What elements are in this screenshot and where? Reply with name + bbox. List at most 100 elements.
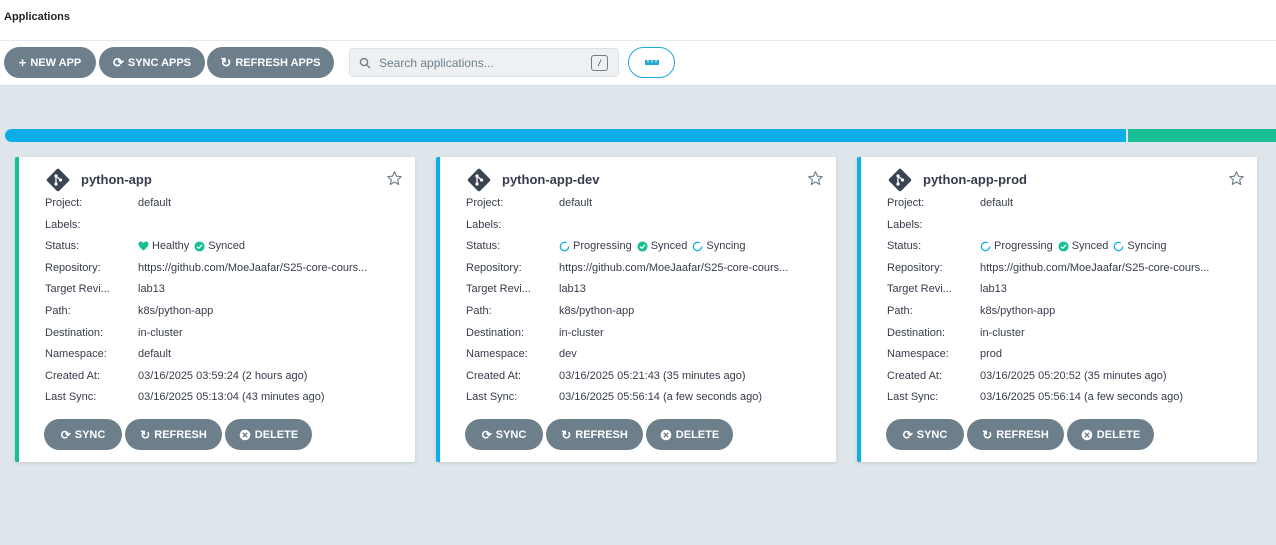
syncing-icon (693, 241, 703, 251)
delete-button[interactable]: DELETE (225, 419, 312, 450)
field-value: 03/16/2025 05:56:14 (a few seconds ago) (559, 391, 763, 403)
field-value[interactable]: https://github.com/MoeJaafar/S25-core-co… (980, 262, 1232, 274)
favorite-star-icon[interactable] (386, 170, 403, 187)
view-toggle-button[interactable] (628, 47, 675, 78)
sync-button[interactable]: ⟳ SYNC (465, 419, 543, 450)
status-values: Healthy Synced (138, 240, 390, 252)
sync-button[interactable]: ⟳ SYNC (886, 419, 964, 450)
refresh-button[interactable]: ↻ REFRESH (125, 419, 222, 450)
refresh-icon: ↻ (220, 55, 232, 70)
app-name[interactable]: python-app-prod (923, 172, 1027, 187)
app-field-namespace: Namespace: default (45, 347, 390, 361)
tiles-view-icon (644, 59, 659, 65)
app-actions: ⟳ SYNC ↻ REFRESH DELETE (886, 419, 1154, 450)
field-value[interactable]: https://github.com/MoeJaafar/S25-core-co… (559, 262, 811, 274)
app-field-created-at: Created At: 03/16/2025 05:21:43 (35 minut… (466, 369, 811, 383)
field-label: Target Revi... (887, 283, 952, 295)
sync-icon: ⟳ (481, 427, 492, 442)
favorite-star-icon[interactable] (1228, 170, 1245, 187)
app-field-namespace: Namespace: dev (466, 347, 811, 361)
field-value[interactable]: https://github.com/MoeJaafar/S25-core-co… (138, 262, 390, 274)
new-app-label: NEW APP (30, 56, 82, 69)
field-value: k8s/python-app (138, 305, 214, 317)
field-label: Namespace: (466, 348, 528, 360)
field-label: Destination: (466, 327, 525, 339)
app-field-project: Project: default (45, 196, 390, 210)
search-input[interactable] (379, 55, 579, 70)
field-value: in-cluster (980, 327, 1025, 339)
field-label: Path: (45, 305, 71, 317)
field-value: k8s/python-app (980, 305, 1056, 317)
synced-check-icon (637, 240, 648, 252)
field-label: Labels: (887, 219, 923, 231)
git-icon (467, 168, 491, 192)
toolbar: + NEW APP ⟳ SYNC APPS ↻ REFRESH APPS / (0, 41, 1276, 86)
field-label: Target Revi... (466, 283, 531, 295)
git-icon (46, 168, 70, 192)
app-field-status: Status: Healthy Synced (45, 239, 390, 253)
operation-status: Syncing (692, 240, 746, 252)
refresh-apps-button[interactable]: ↻ REFRESH APPS (207, 47, 334, 78)
synced-check-icon (194, 240, 205, 252)
sync-status: Synced (1058, 240, 1108, 252)
status-bar-progressing (5, 129, 1126, 142)
app-field-status: Status: Progressing Synced Syncing (466, 239, 811, 253)
field-label: Created At: (466, 370, 522, 382)
sync-status: Synced (637, 240, 687, 252)
app-field-path: Path: k8s/python-app (887, 304, 1232, 318)
field-label: Project: (887, 197, 925, 209)
field-value: lab13 (559, 283, 586, 295)
sync-button[interactable]: ⟳ SYNC (44, 419, 122, 450)
field-value: 03/16/2025 05:20:52 (35 minutes ago) (980, 370, 1167, 382)
app-field-target-revision: Target Revi... lab13 (887, 282, 1232, 296)
app-name[interactable]: python-app (81, 172, 152, 187)
field-label: Target Revi... (45, 283, 110, 295)
delete-button[interactable]: DELETE (1067, 419, 1154, 450)
new-app-button[interactable]: + NEW APP (4, 47, 96, 78)
field-label: Path: (887, 305, 913, 317)
plus-icon: + (18, 55, 27, 70)
search-shortcut-hint: / (591, 55, 608, 71)
field-label: Last Sync: (45, 391, 97, 403)
synced-check-icon (1058, 240, 1069, 252)
app-field-project: Project: default (466, 196, 811, 210)
field-label: Repository: (466, 262, 522, 274)
heart-icon (138, 241, 149, 251)
app-field-namespace: Namespace: prod (887, 347, 1232, 361)
refresh-button[interactable]: ↻ REFRESH (967, 419, 1064, 450)
field-label: Labels: (45, 219, 81, 231)
sync-icon: ⟳ (60, 427, 71, 442)
operation-status: Syncing (1113, 240, 1167, 252)
app-field-destination: Destination: in-cluster (45, 326, 390, 340)
field-label: Last Sync: (887, 391, 939, 403)
field-value: default (559, 197, 593, 209)
app-field-project: Project: default (887, 196, 1232, 210)
field-label: Created At: (45, 370, 101, 382)
field-value: lab13 (138, 283, 165, 295)
app-field-repository: Repository: https://github.com/MoeJaafar/… (45, 261, 390, 275)
field-label: Project: (45, 197, 83, 209)
app-field-path: Path: k8s/python-app (466, 304, 811, 318)
field-label: Destination: (887, 327, 946, 339)
sync-apps-button[interactable]: ⟳ SYNC APPS (99, 47, 205, 78)
field-value: in-cluster (138, 327, 183, 339)
app-card[interactable]: python-app-prod Project: default Labels: Sta… (857, 157, 1257, 462)
app-field-created-at: Created At: 03/16/2025 03:59:24 (2 hours … (45, 369, 390, 383)
page-header: Applications (0, 0, 1276, 41)
delete-icon (1081, 429, 1093, 440)
field-value: 03/16/2025 05:13:04 (43 minutes ago) (138, 391, 325, 403)
app-name[interactable]: python-app-dev (502, 172, 600, 187)
app-card[interactable]: python-app Project: default Labels: Status: H… (15, 157, 415, 462)
progressing-icon (980, 241, 991, 251)
status-bar-synced (1128, 129, 1276, 142)
search-icon (359, 57, 371, 68)
app-card[interactable]: python-app-dev Project: default Labels: Stat… (436, 157, 836, 462)
delete-button[interactable]: DELETE (646, 419, 733, 450)
field-value: lab13 (980, 283, 1007, 295)
field-label: Namespace: (887, 348, 949, 360)
favorite-star-icon[interactable] (807, 170, 824, 187)
app-field-labels: Labels: (887, 218, 1232, 232)
refresh-button[interactable]: ↻ REFRESH (546, 419, 643, 450)
apps-status-bar (5, 129, 1276, 142)
app-field-labels: Labels: (466, 218, 811, 232)
